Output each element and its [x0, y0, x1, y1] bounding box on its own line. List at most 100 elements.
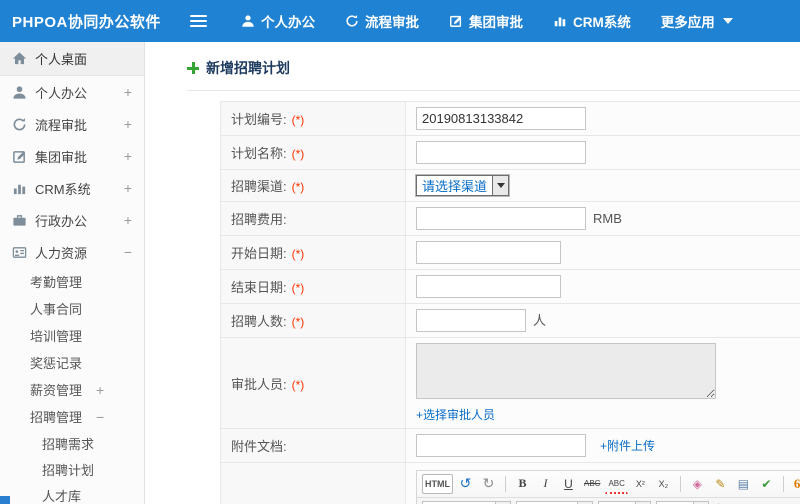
sidebar-item-salary[interactable]: 薪资管理 + — [0, 376, 144, 403]
sidebar-item-label: 个人桌面 — [35, 52, 88, 67]
superscript-button[interactable]: X² — [630, 474, 651, 494]
sidebar-item-hr-contract[interactable]: 人事合同 — [0, 295, 144, 322]
attachment-input[interactable] — [416, 434, 586, 457]
format-painter-button[interactable]: ✎ — [710, 474, 731, 494]
nav-process-approval[interactable]: 流程审批 — [345, 11, 419, 31]
page-title-text: 新增招聘计划 — [206, 60, 290, 76]
user-icon — [12, 85, 27, 100]
collapse-icon[interactable]: − — [124, 245, 132, 259]
recruit-plan-form: 计划编号: (*) 计划名称: (*) 招聘渠道: (*) 请选择渠道 招聘费用: R… — [220, 101, 800, 504]
field-label: 计划名称: — [231, 146, 287, 161]
choose-approvers-link[interactable]: +选择审批人员 — [416, 408, 495, 422]
toolbar-row-2: 自定义标题 段落格式 字体 字号 — [417, 498, 800, 504]
font-size-select[interactable]: 字号 — [656, 500, 710, 504]
html-source-button[interactable]: HTML — [422, 473, 453, 494]
form-row-plan-name: 计划名称: (*) — [220, 135, 800, 170]
sidebar-item-rewards[interactable]: 奖惩记录 — [0, 349, 144, 376]
paste-button[interactable]: ▤ — [733, 474, 754, 494]
hamburger-menu-icon[interactable] — [190, 15, 207, 27]
refresh-icon — [12, 117, 27, 132]
top-navigation: 个人办公 流程审批 集团审批 CRM系统 更多应用 — [241, 11, 733, 31]
rich-text-toolbar: HTML ↺ ↻ B I U ABC ABC X² X₂ ◈ ✎ ▤ ✔ 6 — [416, 469, 800, 504]
refresh-icon — [345, 14, 359, 28]
undo-button[interactable]: ↺ — [455, 474, 476, 494]
spellcheck-button[interactable]: ABC — [605, 474, 628, 494]
attachment-upload-link[interactable]: +附件上传 — [600, 439, 655, 453]
app-title: PHPOA协同办公软件 — [12, 13, 161, 31]
strikethrough-button[interactable]: ABC — [581, 474, 603, 494]
form-row-attachment: 附件文档: +附件上传 — [220, 428, 800, 463]
sidebar-item-group-approval[interactable]: 集团审批 + — [0, 140, 144, 172]
sidebar-item-process-approval[interactable]: 流程审批 + — [0, 108, 144, 140]
main-content: 新增招聘计划 计划编号: (*) 计划名称: (*) 招聘渠道: (*) 请选择渠道 … — [145, 42, 800, 504]
field-label: 结束日期: — [231, 280, 287, 295]
expand-icon[interactable]: + — [124, 117, 132, 131]
redo-button[interactable]: ↻ — [478, 474, 499, 494]
sidebar-item-human-resources[interactable]: 人力资源 − — [0, 236, 144, 268]
chevron-down-icon — [492, 176, 509, 195]
home-icon — [12, 51, 27, 66]
sidebar-item-crm-system[interactable]: CRM系统 + — [0, 172, 144, 204]
sidebar-item-personal-desktop[interactable]: 个人桌面 — [0, 42, 144, 76]
nav-label: 流程审批 — [365, 15, 419, 30]
required-mark: (*) — [291, 281, 305, 295]
field-label: 附件文档: — [231, 439, 287, 454]
sidebar: 个人桌面 个人办公 + 流程审批 + 集团审批 + CRM系统 + 行政办公 +… — [0, 42, 145, 504]
nav-label: 集团审批 — [469, 15, 523, 30]
nav-crm-system[interactable]: CRM系统 — [553, 11, 631, 31]
subscript-button[interactable]: X₂ — [653, 474, 674, 494]
expand-icon[interactable]: + — [124, 149, 132, 163]
start-date-input[interactable] — [416, 241, 561, 264]
plan-no-input[interactable] — [416, 107, 586, 130]
sidebar-item-recruit-plan[interactable]: 招聘计划 — [0, 456, 144, 482]
sidebar-item-label: 个人办公 — [35, 85, 88, 101]
blockquote-button[interactable]: 66 — [790, 474, 800, 494]
expand-icon[interactable]: + — [124, 85, 132, 99]
underline-button[interactable]: U — [558, 474, 579, 494]
bold-button[interactable]: B — [512, 474, 533, 494]
field-label: 招聘渠道: — [231, 179, 287, 194]
sidebar-item-recruit-demand[interactable]: 招聘需求 — [0, 430, 144, 456]
form-row-end-date: 结束日期: (*) — [220, 269, 800, 304]
sidebar-item-label: 考勤管理 — [30, 275, 83, 290]
sidebar-item-training[interactable]: 培训管理 — [0, 322, 144, 349]
custom-title-select[interactable]: 自定义标题 — [422, 500, 512, 504]
form-row-headcount: 招聘人数: (*) 人 — [220, 303, 800, 338]
check-button[interactable]: ✔ — [756, 474, 777, 494]
channel-select-value: 请选择渠道 — [422, 179, 488, 194]
paragraph-format-select[interactable]: 段落格式 — [516, 500, 594, 504]
headcount-input[interactable] — [416, 309, 526, 332]
expand-icon[interactable]: + — [124, 181, 132, 195]
sidebar-item-admin-office[interactable]: 行政办公 + — [0, 204, 144, 236]
sidebar-item-label: 培训管理 — [30, 329, 83, 344]
end-date-input[interactable] — [416, 275, 561, 298]
chart-icon — [12, 181, 27, 196]
user-icon — [241, 14, 255, 28]
divider — [782, 475, 784, 492]
form-row-plan-no: 计划编号: (*) — [220, 101, 800, 136]
approvers-textarea[interactable] — [416, 343, 716, 399]
expand-icon[interactable]: + — [96, 383, 104, 397]
form-row-fee: 招聘费用: RMB — [220, 201, 800, 236]
sidebar-item-talent-pool[interactable]: 人才库 — [0, 482, 144, 504]
font-family-select[interactable]: 字体 — [598, 500, 652, 504]
nav-more-apps[interactable]: 更多应用 — [661, 11, 733, 31]
sidebar-item-personal-office[interactable]: 个人办公 + — [0, 76, 144, 108]
remove-format-button[interactable]: ◈ — [687, 474, 708, 494]
channel-select[interactable]: 请选择渠道 — [414, 174, 511, 197]
required-mark: (*) — [291, 247, 305, 261]
nav-personal-office[interactable]: 个人办公 — [241, 11, 315, 31]
expand-icon[interactable]: + — [124, 213, 132, 227]
sidebar-item-attendance[interactable]: 考勤管理 — [0, 268, 144, 295]
italic-button[interactable]: I — [535, 474, 556, 494]
sidebar-item-recruitment[interactable]: 招聘管理 − — [0, 403, 144, 430]
fee-input[interactable] — [416, 207, 586, 230]
form-row-approvers: 审批人员: (*) +选择审批人员 — [220, 337, 800, 429]
plan-name-input[interactable] — [416, 141, 586, 164]
form-row-channel: 招聘渠道: (*) 请选择渠道 — [220, 169, 800, 202]
required-mark: (*) — [291, 315, 305, 329]
nav-group-approval[interactable]: 集团审批 — [449, 11, 523, 31]
nav-label: 个人办公 — [261, 15, 315, 30]
collapse-icon[interactable]: − — [96, 410, 104, 424]
topbar: PHPOA协同办公软件 个人办公 流程审批 集团审批 CRM系统 更多应用 — [0, 0, 800, 42]
